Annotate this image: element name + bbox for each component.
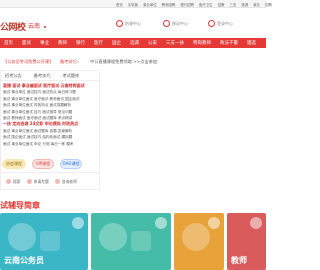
- news-list: 直播 面试 事业编面试 医疗面试 云南特岗面试 面试 事业单位 面试技巧 面试热…: [3, 83, 99, 147]
- course-card-label: 教师: [231, 256, 247, 265]
- nav-item[interactable]: 选调: [130, 40, 139, 46]
- city-selector[interactable]: 云南: [28, 21, 46, 30]
- top-link[interactable]: 三支: [230, 3, 237, 7]
- top-link[interactable]: 选调: [241, 3, 248, 7]
- panel-footer: 搜索 申请专题 咨询老师: [0, 172, 100, 190]
- footer-search[interactable]: 搜索: [6, 179, 21, 185]
- course-card[interactable]: [174, 213, 224, 270]
- circle-icon: [163, 20, 170, 27]
- decoration-square-icon: [131, 231, 151, 251]
- dropdown-dot-icon: [43, 25, 46, 28]
- badge-icon: [250, 217, 262, 229]
- bookmark-icon: [26, 179, 32, 184]
- top-link[interactable]: 医疗卫生: [199, 3, 213, 7]
- top-link[interactable]: 银行招聘: [180, 3, 194, 7]
- header-button-label: 移动中心: [172, 20, 188, 26]
- header-button-label: 听课中心: [125, 20, 141, 26]
- badge-icon: [155, 217, 167, 229]
- decoration-circle-icon: [99, 223, 127, 251]
- header-button[interactable]: 听课中心: [116, 20, 141, 27]
- nav-item[interactable]: 银行: [76, 40, 85, 46]
- news-item[interactable]: 面试 事业单位面试 申论 行测 每日一练 模考: [3, 141, 99, 147]
- footer-label: 咨询老师: [61, 178, 77, 184]
- top-link[interactable]: 首页: [116, 3, 123, 7]
- top-link[interactable]: 事业: [253, 3, 260, 7]
- notice-tip-link[interactable]: 中公直播课程免费领取 >>点击参加: [90, 59, 157, 65]
- decoration-circle-icon: [182, 223, 210, 251]
- nav-item[interactable]: 特岗教师: [193, 40, 211, 46]
- course-card[interactable]: 教师: [227, 213, 266, 270]
- top-links: 首页 手机版 事业单位 教师招聘 银行招聘 医疗卫生 招警 三支 选调 事业 招…: [116, 2, 276, 7]
- top-utility-bar: 首页 手机版 事业单位 教师招聘 银行招聘 医疗卫生 招警 三支 选调 事业 招…: [0, 0, 272, 8]
- nav-item[interactable]: 面试: [22, 40, 31, 46]
- decoration-circle-icon: [8, 223, 36, 251]
- tab-question-bank[interactable]: 考试题库: [63, 73, 80, 79]
- vip-course-button[interactable]: VIP课程: [32, 159, 54, 169]
- footer-label: 申请专题: [33, 178, 49, 184]
- badge-icon: [208, 217, 220, 229]
- main-nav: 首页 面试 事业 教师 银行 医疗 国企 选调 公安 三支一扶 特岗教师 政法干…: [0, 38, 266, 48]
- nav-item[interactable]: 医疗: [94, 40, 103, 46]
- footer-consult[interactable]: 咨询老师: [54, 178, 77, 185]
- header-button-label: 登录中心: [217, 20, 233, 26]
- search-icon: [6, 179, 11, 184]
- association-course-button[interactable]: 协会课程: [2, 159, 26, 169]
- top-link[interactable]: 招警: [218, 3, 225, 7]
- tab-tips[interactable]: 备考技巧: [34, 73, 51, 79]
- section-title: 试辅导简章: [0, 201, 40, 210]
- nav-item[interactable]: 三支一扶: [166, 40, 184, 46]
- chat-icon: [54, 179, 60, 184]
- tab-announcements[interactable]: 招考公告: [5, 73, 22, 79]
- footer-label: 搜索: [13, 178, 21, 184]
- city-label: 云南: [28, 23, 41, 30]
- course-card-label: 云南公务员: [4, 256, 44, 265]
- circle-icon: [208, 20, 215, 27]
- decoration-square-icon: [40, 231, 60, 251]
- site-logo[interactable]: 公网校: [0, 20, 26, 33]
- circle-icon: [116, 20, 123, 27]
- notice-bar: 【公务员考试免费公开课】 备考技巧： 中公直播课程免费领取 >>点击参加: [0, 57, 266, 66]
- site-header: 公网校 云南 听课中心 移动中心 登录中心: [0, 8, 266, 33]
- panel-tabs: 招考公告 备考技巧 考试题库: [1, 71, 101, 81]
- course-cards: 云南公务员 教师: [0, 213, 266, 270]
- nav-item[interactable]: 首页: [4, 40, 13, 46]
- oao-course-button[interactable]: OAO课程: [60, 159, 82, 169]
- top-link[interactable]: 手机版: [128, 3, 138, 7]
- notice-course-link[interactable]: 【公务员考试免费公开课】: [3, 59, 53, 65]
- course-card[interactable]: [91, 213, 171, 270]
- nav-item[interactable]: 遴选: [247, 40, 256, 46]
- footer-topic[interactable]: 申请专题: [26, 178, 49, 185]
- header-button[interactable]: 登录中心: [208, 20, 233, 27]
- course-card[interactable]: 云南公务员: [0, 213, 88, 270]
- nav-item[interactable]: 国企: [112, 40, 121, 46]
- top-link[interactable]: 教师招聘: [162, 3, 176, 7]
- top-link[interactable]: 招聘: [265, 3, 272, 7]
- notice-tip-label: 备考技巧：: [60, 59, 81, 64]
- nav-item[interactable]: 教师: [58, 40, 67, 46]
- nav-item[interactable]: 事业: [40, 40, 49, 46]
- nav-item[interactable]: 公安: [148, 40, 157, 46]
- top-link[interactable]: 事业单位: [143, 3, 157, 7]
- badge-icon: [72, 217, 84, 229]
- nav-item[interactable]: 政法干警: [220, 40, 238, 46]
- header-button[interactable]: 移动中心: [163, 20, 188, 27]
